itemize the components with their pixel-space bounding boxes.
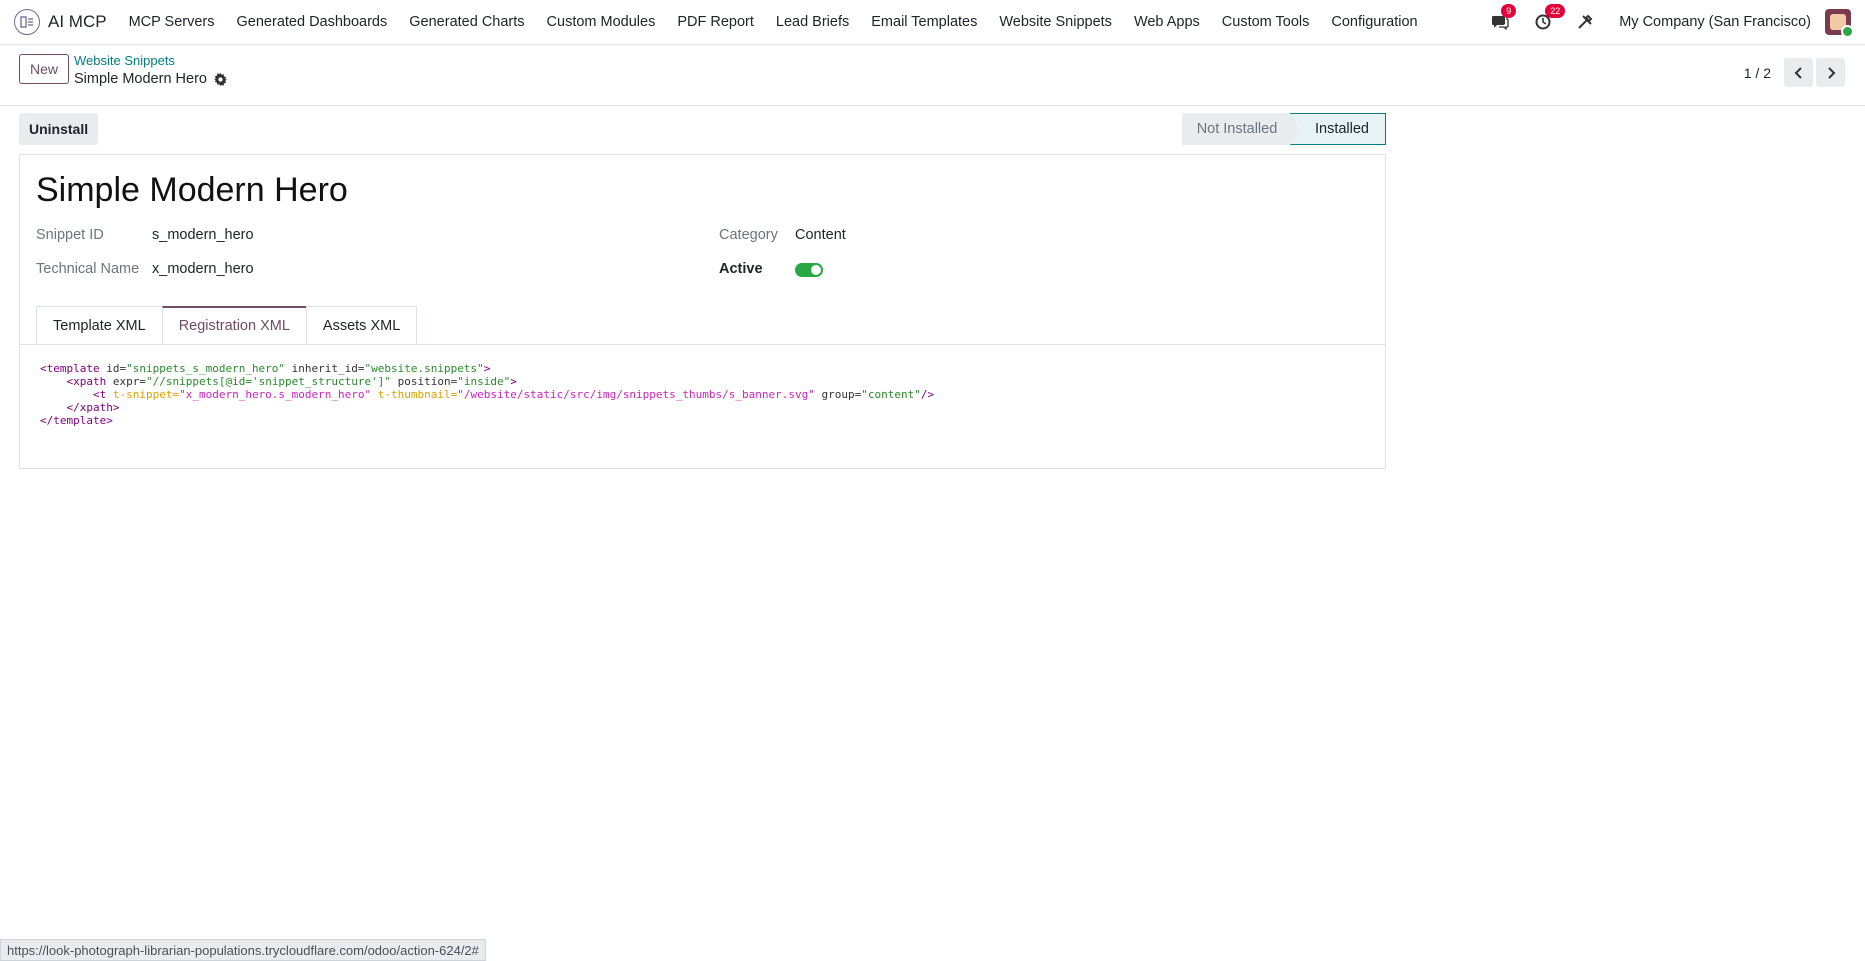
stage-arrow	[1290, 113, 1300, 145]
notebook-tabs: Template XML Registration XML Assets XML	[36, 306, 418, 344]
snippet-id-field[interactable]: s_modern_hero	[152, 227, 254, 243]
menu-generated-charts[interactable]: Generated Charts	[409, 14, 524, 30]
record-title[interactable]: Simple Modern Hero	[36, 171, 348, 210]
breadcrumb-current: Simple Modern Hero	[74, 71, 227, 87]
menu-mcp-servers[interactable]: MCP Servers	[129, 14, 215, 30]
menu-pdf-report[interactable]: PDF Report	[677, 14, 754, 30]
pager-value[interactable]: 1 / 2	[1744, 65, 1771, 81]
pager-next-button[interactable]	[1816, 58, 1845, 87]
tools-icon	[1578, 14, 1593, 29]
tab-registration-xml[interactable]: Registration XML	[161, 306, 307, 344]
registration-xml-editor[interactable]: <template id="snippets_s_modern_hero" in…	[40, 362, 934, 427]
menu-lead-briefs[interactable]: Lead Briefs	[776, 14, 849, 30]
app-name[interactable]: AI MCP	[48, 12, 107, 32]
top-navbar: AI MCP MCP Servers Generated Dashboards …	[0, 0, 1865, 45]
user-avatar[interactable]	[1825, 9, 1854, 38]
tab-template-xml[interactable]: Template XML	[36, 306, 163, 344]
record-pager: 1 / 2	[1744, 58, 1845, 87]
active-toggle[interactable]	[795, 263, 823, 277]
browser-status-url: https://look-photograph-librarian-popula…	[0, 939, 486, 961]
menu-web-apps[interactable]: Web Apps	[1134, 14, 1200, 30]
menu-email-templates[interactable]: Email Templates	[871, 14, 977, 30]
code-line-4: </xpath>	[40, 401, 120, 414]
tab-assets-xml[interactable]: Assets XML	[305, 306, 418, 344]
messages-badge: 9	[1501, 4, 1517, 18]
activities-button[interactable]: 22	[1535, 4, 1566, 30]
record-name: Simple Modern Hero	[74, 71, 207, 87]
uninstall-button[interactable]: Uninstall	[19, 113, 99, 145]
menu-custom-tools[interactable]: Custom Tools	[1222, 14, 1310, 30]
code-line-5: </template>	[40, 414, 113, 427]
tab-divider	[20, 344, 1385, 345]
debug-tools-button[interactable]	[1577, 14, 1593, 30]
company-switcher[interactable]: My Company (San Francisco)	[1619, 14, 1811, 30]
online-status-dot	[1841, 25, 1854, 38]
menu-website-snippets[interactable]: Website Snippets	[999, 14, 1112, 30]
activities-badge: 22	[1545, 4, 1566, 18]
category-label: Category	[719, 227, 778, 243]
category-field[interactable]: Content	[795, 227, 846, 243]
code-line-3: <t t-snippet="x_modern_hero.s_modern_her…	[40, 388, 935, 401]
menu-custom-modules[interactable]: Custom Modules	[547, 14, 656, 30]
chevron-left-icon	[1794, 66, 1802, 79]
gear-icon[interactable]	[213, 72, 227, 86]
messages-button[interactable]: 9	[1491, 4, 1517, 30]
technical-name-label: Technical Name	[36, 261, 140, 277]
technical-name-field[interactable]: x_modern_hero	[152, 261, 254, 277]
code-line-1: <template id="snippets_s_modern_hero" in…	[40, 362, 491, 375]
stage-not-installed[interactable]: Not Installed	[1182, 113, 1292, 145]
chevron-right-icon	[1827, 66, 1835, 79]
active-label: Active	[719, 261, 763, 277]
menu-configuration[interactable]: Configuration	[1331, 14, 1417, 30]
app-menu-icon[interactable]	[14, 9, 40, 35]
stage-installed[interactable]: Installed	[1290, 113, 1386, 145]
snippet-id-label: Snippet ID	[36, 227, 104, 243]
code-line-2: <xpath expr="//snippets[@id='snippet_str…	[40, 375, 517, 388]
form-sheet: Simple Modern Hero Snippet ID s_modern_h…	[19, 154, 1386, 469]
pager-previous-button[interactable]	[1784, 58, 1813, 87]
new-button[interactable]: New	[19, 54, 70, 84]
breadcrumb-website-snippets[interactable]: Website Snippets	[74, 53, 175, 68]
menu-generated-dashboards[interactable]: Generated Dashboards	[237, 14, 388, 30]
control-panel: New	[0, 45, 1865, 106]
